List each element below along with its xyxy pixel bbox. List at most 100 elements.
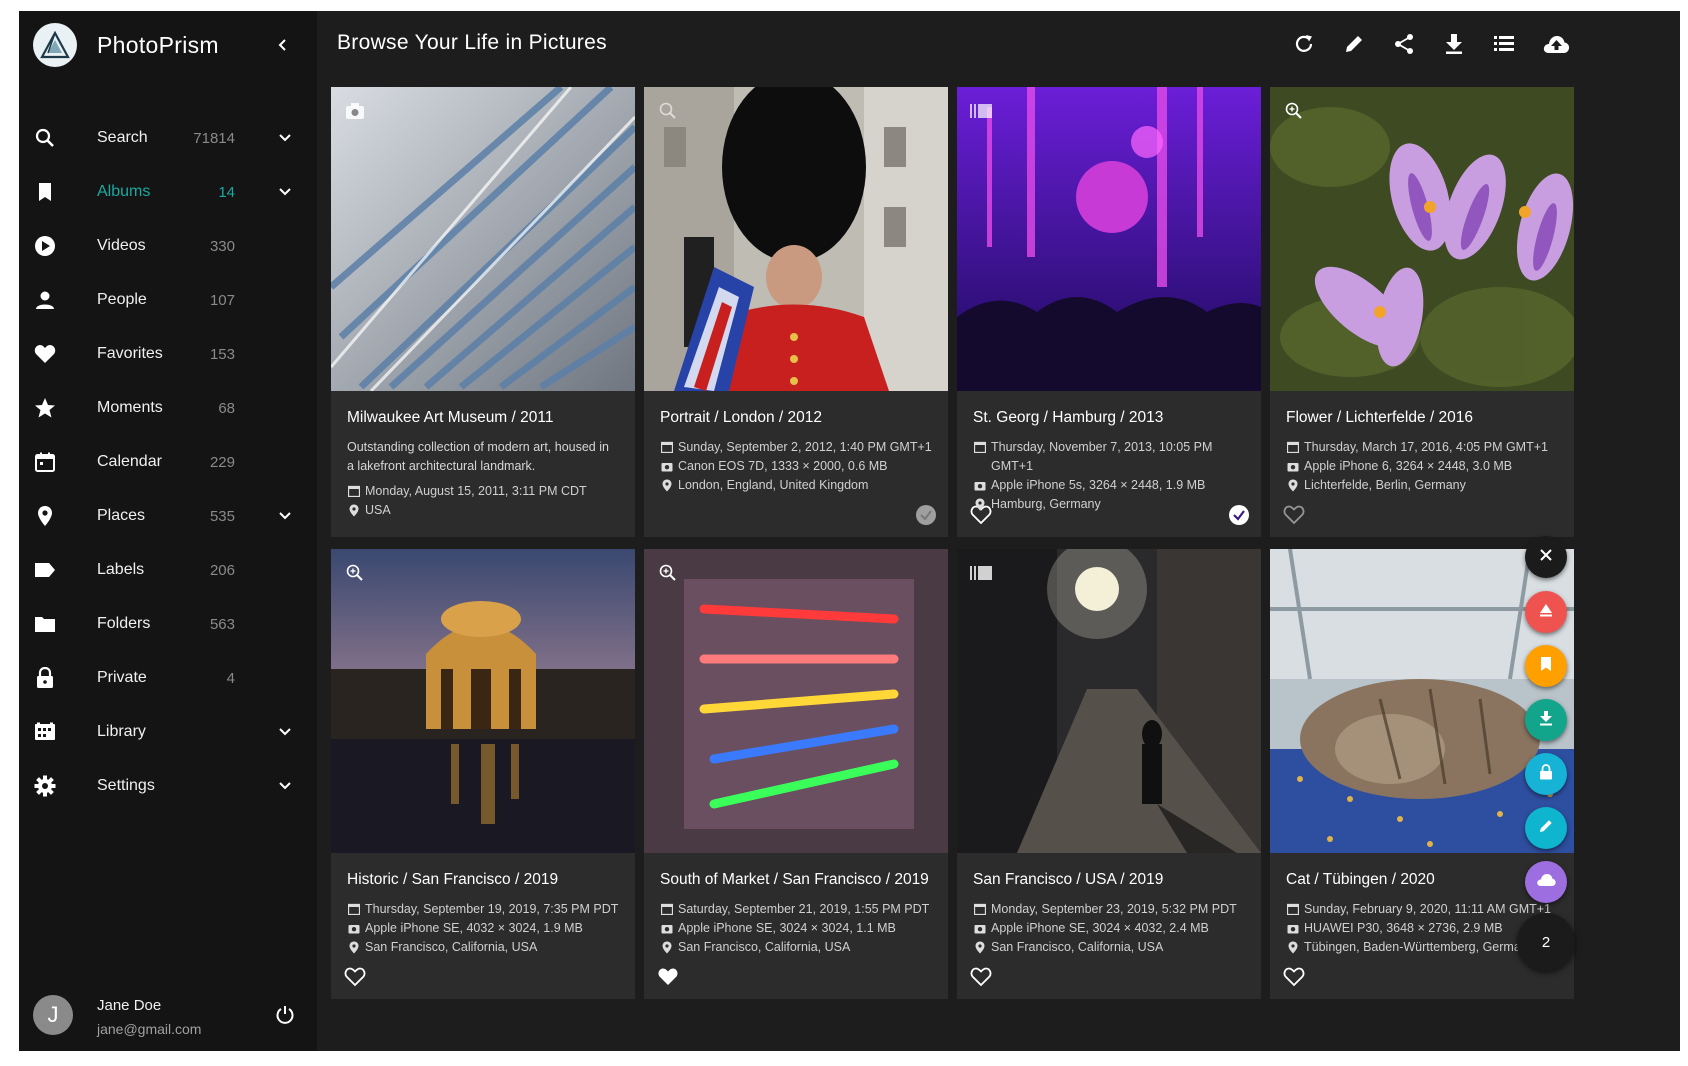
camera-icon [660, 921, 674, 935]
photo-info: Flower / Lichterfelde / 2016 Thursday, M… [1270, 391, 1574, 537]
sidebar-item-moments[interactable]: Moments 68 [19, 381, 317, 435]
sidebar-item-calendar[interactable]: Calendar 229 [19, 435, 317, 489]
upload-icon[interactable] [1539, 29, 1573, 59]
sidebar-item-count: 229 [209, 453, 235, 471]
zoom-icon[interactable] [343, 561, 367, 585]
calendar-icon [660, 902, 674, 916]
sidebar-item-albums[interactable]: Albums 14 [19, 165, 317, 219]
sidebar-item-label: Search [97, 129, 148, 146]
camera-icon [1286, 459, 1300, 473]
user-account[interactable]: J Jane Doe jane@gmail.com [19, 979, 317, 1051]
sidebar-item-private[interactable]: Private 4 [19, 651, 317, 705]
photo-camera: Apple iPhone 5s, 3264 × 2448, 1.9 MB [973, 476, 1245, 495]
sidebar-item-search[interactable]: Search 71814 [19, 111, 317, 165]
avatar[interactable]: J [33, 995, 73, 1035]
photo-thumbnail[interactable] [644, 87, 948, 391]
photo-card[interactable]: South of Market / San Francisco / 2019 S… [644, 549, 948, 999]
photo-thumbnail[interactable] [331, 87, 635, 393]
photo-camera: Canon EOS 7D, 1333 × 2000, 0.6 MB [660, 457, 932, 476]
sidebar-item-people[interactable]: People 107 [19, 273, 317, 327]
photo-title[interactable]: Portrait / London / 2012 [660, 409, 932, 427]
edit-icon [1538, 818, 1554, 839]
download-icon[interactable] [1439, 29, 1469, 59]
chevron-down-icon[interactable] [275, 506, 295, 526]
archive-selection-button[interactable] [1525, 861, 1567, 903]
photo-card[interactable]: St. Georg / Hamburg / 2013 Thursday, Nov… [957, 87, 1261, 537]
sidebar-item-count: 153 [209, 345, 235, 363]
selection-count-badge[interactable]: 2 [1517, 913, 1575, 971]
sidebar-item-library[interactable]: Library [19, 705, 317, 759]
sidebar-item-labels[interactable]: Labels 206 [19, 543, 317, 597]
place-pin-icon [660, 940, 674, 954]
place-pin-icon [973, 940, 987, 954]
close-selection-button[interactable] [1525, 536, 1567, 578]
sidebar-item-count: 535 [209, 507, 235, 525]
photo-thumbnail[interactable] [1270, 549, 1574, 853]
photo-date: Thursday, September 19, 2019, 7:35 PM PD… [347, 900, 619, 919]
sidebar-item-folders[interactable]: Folders 563 [19, 597, 317, 651]
calendar-icon [33, 450, 57, 474]
power-icon[interactable] [273, 1003, 297, 1027]
chevron-down-icon[interactable] [275, 182, 295, 202]
close-icon [1539, 548, 1553, 567]
zoom-icon[interactable] [656, 99, 680, 123]
camera-icon [973, 478, 987, 492]
photo-card[interactable]: Flower / Lichterfelde / 2016 Thursday, M… [1270, 87, 1574, 537]
download-selection-button[interactable] [1525, 699, 1567, 741]
chevron-down-icon[interactable] [275, 776, 295, 796]
photo-title[interactable]: Cat / Tübingen / 2020 [1286, 871, 1558, 889]
place-pin-icon [973, 497, 987, 511]
photo-thumbnail[interactable] [644, 549, 948, 853]
make-private-button[interactable] [1525, 753, 1567, 795]
photo-info: South of Market / San Francisco / 2019 S… [644, 853, 948, 999]
photo-card[interactable]: Milwaukee Art Museum / 2011 Outstanding … [331, 87, 635, 537]
photo-thumbnail[interactable] [957, 549, 1261, 853]
photo-thumbnail[interactable] [957, 87, 1261, 391]
refresh-icon[interactable] [1289, 29, 1319, 59]
list-view-icon[interactable] [1489, 29, 1519, 59]
sidebar-item-settings[interactable]: Settings [19, 759, 317, 813]
photo-card[interactable]: San Francisco / USA / 2019 Monday, Septe… [957, 549, 1261, 999]
share-icon[interactable] [1389, 29, 1419, 59]
add-to-album-button[interactable] [1525, 645, 1567, 687]
share-selection-button[interactable] [1525, 591, 1567, 633]
edit-icon[interactable] [1339, 29, 1369, 59]
photo-date: Sunday, February 9, 2020, 11:11 AM GMT+1 [1286, 900, 1558, 919]
sidebar-item-favorites[interactable]: Favorites 153 [19, 327, 317, 381]
folder-icon [33, 612, 57, 636]
photo-title[interactable]: San Francisco / USA / 2019 [973, 871, 1245, 889]
zoom-icon[interactable] [1282, 99, 1306, 123]
sidebar-item-count: 14 [218, 183, 235, 201]
photo-title[interactable]: St. Georg / Hamburg / 2013 [973, 409, 1245, 427]
sidebar-item-count: 107 [209, 291, 235, 309]
share-upload-icon [1538, 603, 1554, 622]
photo-title[interactable]: Historic / San Francisco / 2019 [347, 871, 619, 889]
page-title: Browse Your Life in Pictures [337, 31, 607, 54]
sidebar-item-videos[interactable]: Videos 330 [19, 219, 317, 273]
photo-card[interactable]: Historic / San Francisco / 2019 Thursday… [331, 549, 635, 999]
photo-info: Portrait / London / 2012 Sunday, Septemb… [644, 391, 948, 537]
sidebar-item-places[interactable]: Places 535 [19, 489, 317, 543]
photo-location-text: Lichterfelde, Berlin, Germany [1304, 478, 1466, 492]
bookmark-icon [1540, 656, 1552, 677]
photo-thumbnail[interactable] [1270, 87, 1574, 391]
photo-title[interactable]: Flower / Lichterfelde / 2016 [1286, 409, 1558, 427]
chevron-down-icon[interactable] [275, 128, 295, 148]
edit-selection-button[interactable] [1525, 807, 1567, 849]
photo-card[interactable]: Portrait / London / 2012 Sunday, Septemb… [644, 87, 948, 537]
collapse-sidebar-button[interactable] [269, 31, 297, 59]
photo-title[interactable]: Milwaukee Art Museum / 2011 [347, 409, 619, 427]
chevron-down-icon[interactable] [275, 722, 295, 742]
place-pin-icon [1286, 478, 1300, 492]
photo-date-text: Monday, September 23, 2019, 5:32 PM PDT [991, 902, 1237, 916]
place-pin-icon [33, 504, 57, 528]
calendar-icon [1286, 440, 1300, 454]
sidebar-item-label: Private [97, 669, 147, 686]
cloud-icon [1536, 873, 1556, 892]
zoom-icon[interactable] [656, 561, 680, 585]
lock-icon [1539, 763, 1553, 785]
photo-thumbnail[interactable] [331, 549, 635, 853]
photo-location-text: San Francisco, California, USA [365, 940, 538, 954]
photo-title[interactable]: South of Market / San Francisco / 2019 [660, 871, 932, 889]
person-icon [33, 288, 57, 312]
